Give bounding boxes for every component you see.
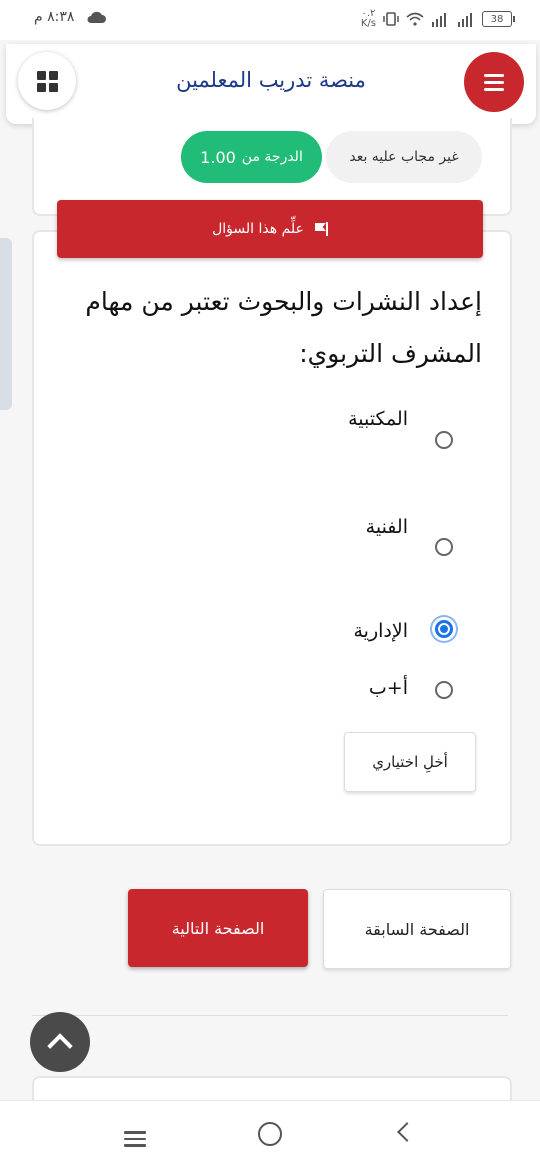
- clear-choice-button[interactable]: أخلِ اختياري: [344, 732, 476, 792]
- status-bar: ٨:٣٨ م ٠.٢ K/s 38: [0, 0, 540, 40]
- signal-icon: [432, 13, 446, 27]
- apps-grid-button[interactable]: [18, 52, 76, 110]
- next-page-button[interactable]: الصفحة التالية: [128, 889, 308, 967]
- system-nav-bar: [0, 1100, 540, 1171]
- option-radio[interactable]: [435, 538, 453, 556]
- option-label[interactable]: أ+ب: [369, 677, 408, 699]
- menu-button[interactable]: [464, 52, 524, 112]
- signal-icon-2: [458, 13, 472, 27]
- status-icons: ٠.٢ K/s 38: [360, 8, 515, 30]
- option-label[interactable]: المكتبية: [348, 408, 408, 430]
- grid-icon: [36, 70, 58, 92]
- flag-question-button[interactable]: علِّم هذا السؤال: [57, 200, 483, 258]
- question-state-badge: غير مجاب عليه بعد: [326, 131, 482, 183]
- grade-label: الدرجة من: [241, 149, 303, 165]
- wifi-icon: [406, 12, 424, 26]
- option-radio-selected[interactable]: [435, 620, 453, 638]
- grade-badge: الدرجة من 1.00: [181, 131, 322, 183]
- scroll-to-top-button[interactable]: [30, 1012, 90, 1072]
- option-label[interactable]: الإدارية: [353, 620, 408, 642]
- section-divider: [32, 1015, 508, 1016]
- question-text: إعداد النشرات والبحوث تعتبر من مهام المش…: [85, 287, 482, 368]
- app-header: منصة تدريب المعلمين: [6, 44, 536, 124]
- flag-question-label: علِّم هذا السؤال: [212, 221, 304, 237]
- vibrate-icon: [383, 12, 399, 26]
- grade-value: 1.00: [200, 147, 236, 167]
- option-label[interactable]: الفنية: [366, 516, 408, 538]
- network-speed: ٠.٢ K/s: [360, 8, 376, 29]
- previous-page-button[interactable]: الصفحة السابقة: [323, 889, 511, 969]
- site-title[interactable]: منصة تدريب المعلمين: [106, 68, 436, 92]
- recent-apps-icon[interactable]: [124, 1127, 146, 1151]
- back-icon[interactable]: [397, 1122, 417, 1142]
- side-drawer-handle[interactable]: [0, 238, 12, 410]
- home-icon[interactable]: [258, 1122, 282, 1146]
- cloud-icon: [87, 11, 106, 23]
- hamburger-icon: [484, 70, 504, 95]
- option-radio[interactable]: [435, 681, 453, 699]
- chevron-up-icon: [47, 1033, 73, 1059]
- status-time: ٨:٣٨ م: [34, 9, 75, 25]
- flag-icon: [314, 222, 328, 236]
- option-radio[interactable]: [435, 431, 453, 449]
- battery-icon: 38: [482, 11, 515, 27]
